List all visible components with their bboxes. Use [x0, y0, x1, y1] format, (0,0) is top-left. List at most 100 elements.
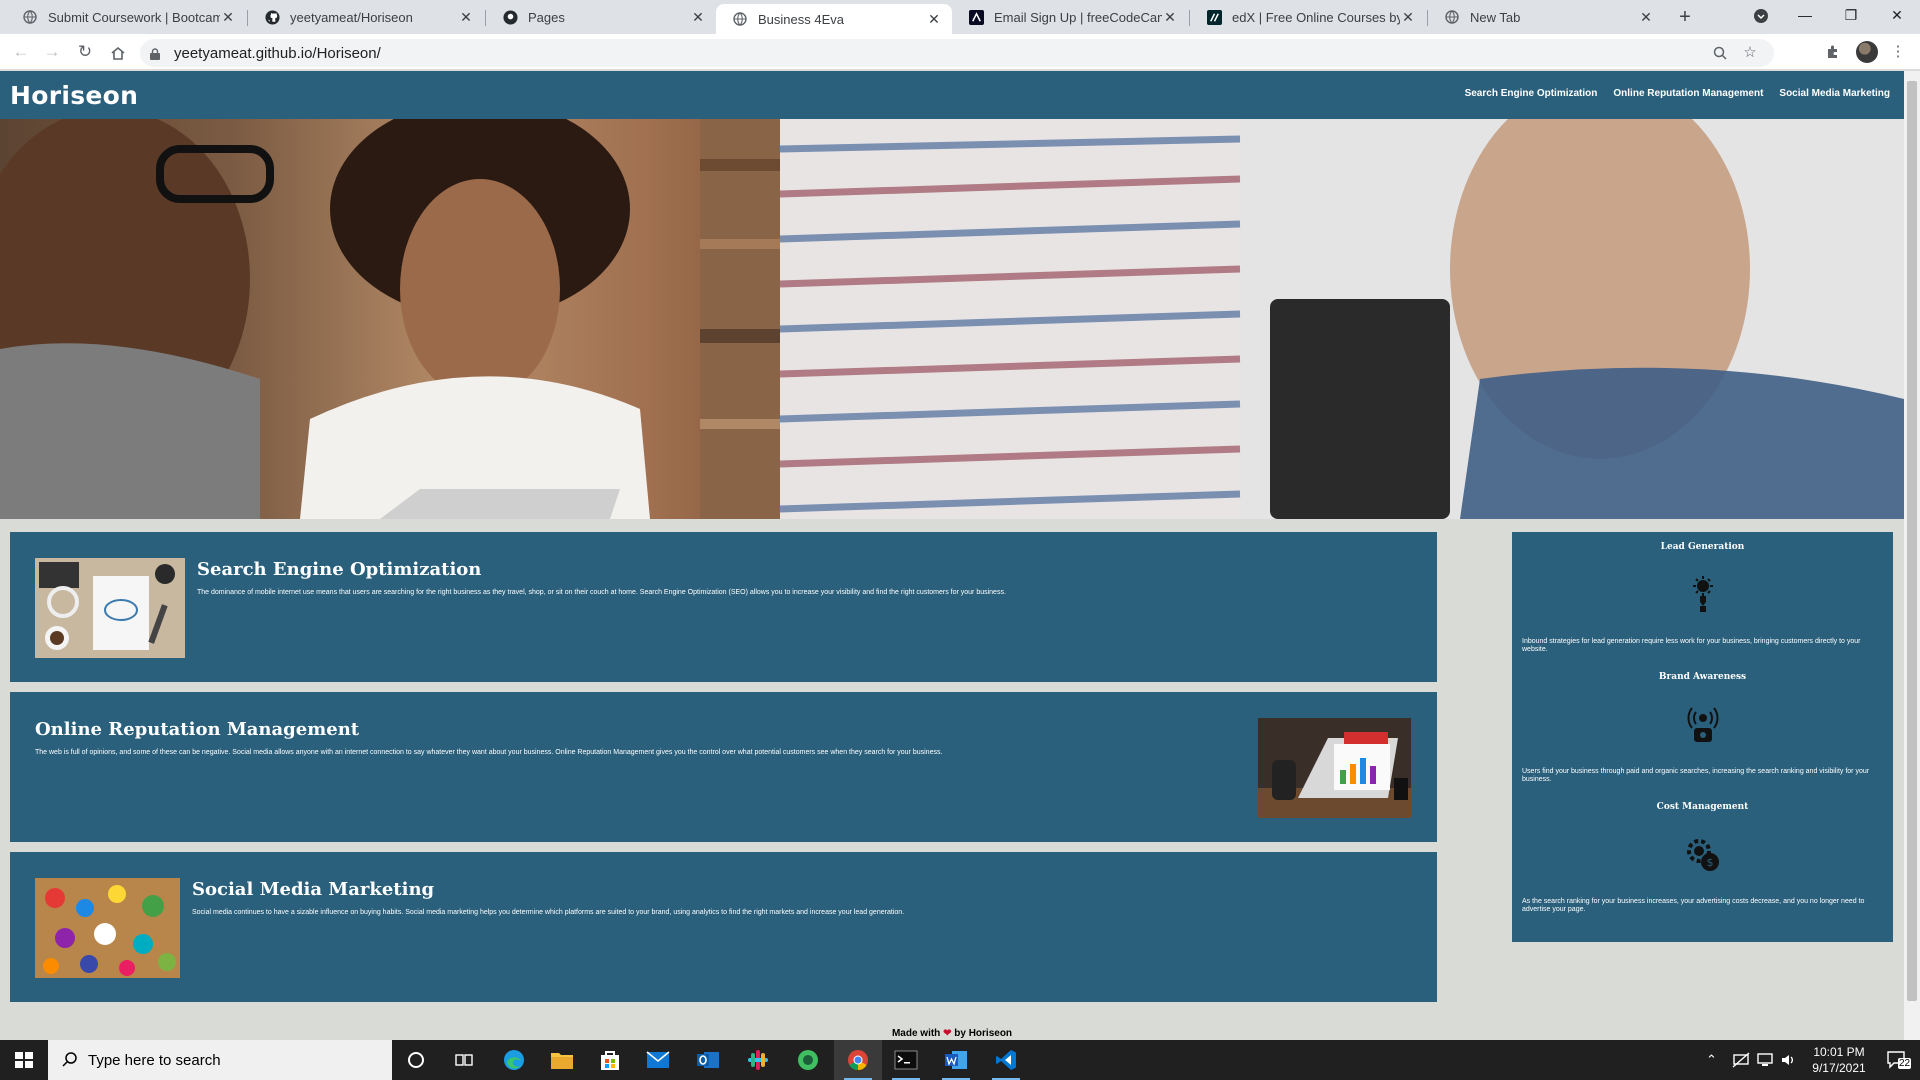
profile-avatar[interactable]	[1856, 41, 1878, 63]
restore-icon[interactable]: ❐	[1828, 0, 1874, 30]
search-icon	[62, 1051, 78, 1071]
page-viewport: Horiseon Search Engine Optimization Onli…	[0, 71, 1904, 1040]
edge-icon[interactable]	[490, 1040, 538, 1080]
site-nav: Search Engine Optimization Online Reputa…	[1465, 88, 1890, 99]
globe-icon	[22, 9, 38, 25]
tab-pages[interactable]: Pages ✕	[486, 0, 716, 34]
social-image	[35, 878, 180, 978]
close-icon[interactable]: ✕	[1638, 9, 1654, 25]
notifications-icon[interactable]: 22	[1886, 1040, 1912, 1080]
new-tab-button[interactable]: +	[1672, 5, 1698, 31]
github-icon	[502, 9, 518, 25]
volume-icon[interactable]	[1780, 1040, 1796, 1080]
lead-generation-icon	[1682, 574, 1724, 616]
close-window-icon[interactable]: ✕	[1874, 0, 1920, 30]
tab-edx[interactable]: edX | Free Online Courses by Ha ✕	[1190, 0, 1426, 34]
tab-title: Pages	[528, 9, 565, 25]
reputation-title: Online Reputation Management	[35, 719, 360, 740]
taskbar-search[interactable]: Type here to search	[48, 1040, 392, 1080]
reputation-text: The web is full of opinions, and some of…	[35, 749, 943, 756]
globe-icon	[1444, 9, 1460, 25]
extensions-icon[interactable]	[1823, 42, 1843, 62]
hero-image	[0, 119, 1904, 519]
benefits-sidebar: Lead Generation Inbound strategies for l…	[1512, 532, 1893, 942]
file-explorer-icon[interactable]	[538, 1040, 586, 1080]
slack-icon[interactable]	[734, 1040, 782, 1080]
tab-title: edX | Free Online Courses by Ha	[1232, 9, 1400, 25]
tab-horiseon-repo[interactable]: yeetyameat/Horiseon ✕	[248, 0, 484, 34]
browser-toolbar: ← → ↻ yeetyameat.github.io/Horiseon/ ☆ ⋮	[0, 34, 1920, 70]
network-off-icon[interactable]	[1732, 1040, 1750, 1080]
tab-title: Submit Coursework | Bootcamp	[48, 9, 220, 25]
mail-icon[interactable]	[634, 1040, 682, 1080]
tab-submit-coursework[interactable]: Submit Coursework | Bootcamp ✕	[6, 0, 246, 34]
cortana-icon[interactable]	[392, 1040, 440, 1080]
heart-icon: ❤	[943, 1028, 952, 1039]
vscode-icon[interactable]	[982, 1040, 1030, 1080]
word-icon[interactable]	[932, 1040, 980, 1080]
back-icon[interactable]: ←	[9, 40, 33, 64]
tab-business-4eva[interactable]: Business 4Eva ✕	[716, 4, 952, 34]
forward-icon[interactable]: →	[40, 40, 64, 64]
edge-dev-icon[interactable]	[784, 1040, 832, 1080]
tab-title: Business 4Eva	[758, 11, 844, 27]
tab-title: New Tab	[1470, 9, 1521, 25]
network-icon[interactable]	[1756, 1040, 1774, 1080]
bookmark-star-icon[interactable]: ☆	[1740, 43, 1760, 63]
site-logo[interactable]: Horiseon	[10, 81, 138, 110]
terminal-icon[interactable]	[882, 1040, 930, 1080]
tab-freecodecamp[interactable]: Email Sign Up | freeCodeCamp.o ✕	[952, 0, 1188, 34]
social-text: Social media continues to have a sizable…	[192, 909, 905, 916]
windows-start-icon[interactable]	[0, 1040, 48, 1080]
close-icon[interactable]: ✕	[220, 9, 236, 25]
freecodecamp-icon	[968, 9, 984, 25]
social-title: Social Media Marketing	[192, 879, 435, 900]
close-icon[interactable]: ✕	[1162, 9, 1178, 25]
footer-suffix: by Horiseon	[954, 1028, 1013, 1039]
tab-search-icon[interactable]	[1738, 0, 1784, 30]
page-scrollbar[interactable]	[1904, 71, 1920, 1040]
tab-title: Email Sign Up | freeCodeCamp.o	[994, 9, 1162, 25]
menu-kebab-icon[interactable]: ⋮	[1888, 42, 1908, 62]
github-icon	[264, 9, 280, 25]
zoom-icon[interactable]	[1710, 43, 1730, 63]
show-hidden-icons[interactable]: ⌃	[1706, 1040, 1717, 1080]
globe-icon	[732, 11, 748, 27]
close-icon[interactable]: ✕	[1400, 9, 1416, 25]
scrollbar-thumb[interactable]	[1907, 81, 1917, 1001]
taskbar-clock[interactable]: 10:01 PM 9/17/2021	[1796, 1044, 1882, 1076]
tab-new-tab[interactable]: New Tab ✕	[1428, 0, 1664, 34]
seo-title: Search Engine Optimization	[197, 559, 482, 580]
section-social: Social Media Marketing Social media cont…	[10, 852, 1437, 1002]
clock-time: 10:01 PM	[1813, 1045, 1865, 1059]
close-icon[interactable]: ✕	[458, 9, 474, 25]
minimize-icon[interactable]: —	[1782, 0, 1828, 30]
reputation-image	[1258, 718, 1411, 818]
benefit-cost-title: Cost Management	[1656, 802, 1749, 812]
close-icon[interactable]: ✕	[690, 9, 706, 25]
reload-icon[interactable]: ↻	[73, 40, 97, 64]
nav-link-reputation[interactable]: Online Reputation Management	[1613, 88, 1763, 99]
benefit-brand-text: Users find your business through paid an…	[1522, 768, 1870, 783]
windows-taskbar: Type here to search ⌃ 10:01 PM 9/17/2021…	[0, 1040, 1920, 1080]
store-icon[interactable]	[586, 1040, 634, 1080]
address-bar[interactable]: yeetyameat.github.io/Horiseon/ ☆	[140, 39, 1774, 67]
site-footer: Made with ❤ by Horiseon	[0, 1028, 1904, 1039]
benefit-brand-title: Brand Awareness	[1658, 672, 1747, 682]
outlook-icon[interactable]	[684, 1040, 732, 1080]
nav-link-seo[interactable]: Search Engine Optimization	[1465, 88, 1598, 99]
site-header: Horiseon Search Engine Optimization Onli…	[0, 71, 1904, 119]
home-icon[interactable]	[106, 40, 130, 64]
url-text: yeetyameat.github.io/Horiseon/	[174, 45, 381, 62]
brand-awareness-icon	[1682, 704, 1724, 746]
task-view-icon[interactable]	[440, 1040, 488, 1080]
edx-icon	[1206, 9, 1222, 25]
search-placeholder: Type here to search	[88, 1052, 221, 1069]
notification-count: 22	[1898, 1058, 1912, 1069]
benefit-cost-text: As the search ranking for your business …	[1522, 898, 1865, 913]
chrome-icon[interactable]	[834, 1040, 882, 1080]
nav-link-social[interactable]: Social Media Marketing	[1779, 88, 1890, 99]
seo-image	[35, 558, 185, 658]
section-seo: Search Engine Optimization The dominance…	[10, 532, 1437, 682]
close-icon[interactable]: ✕	[926, 11, 942, 27]
